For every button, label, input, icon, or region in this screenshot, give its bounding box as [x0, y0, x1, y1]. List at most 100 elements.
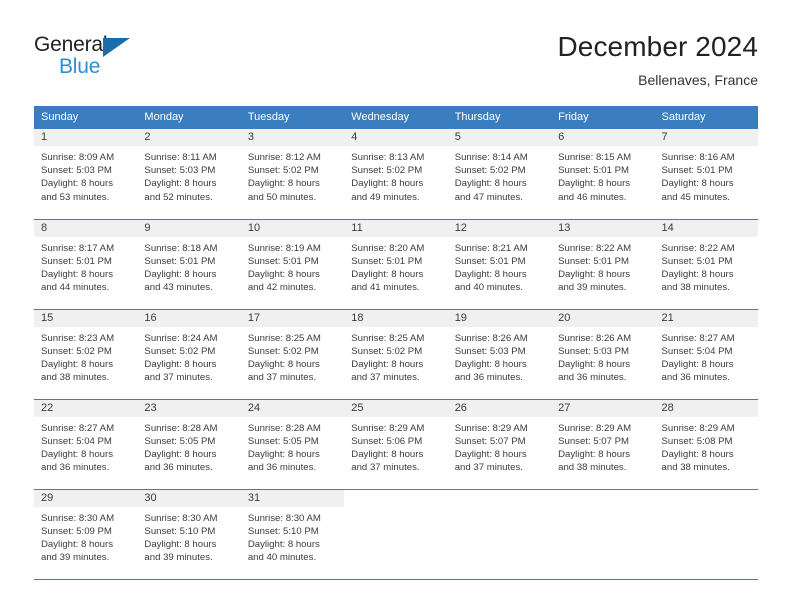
daylight-text-line1: Daylight: 8 hours: [144, 448, 217, 460]
day-cell[interactable]: 11 Sunrise: 8:20 AM Sunset: 5:01 PM Dayl…: [344, 219, 448, 310]
day-cell[interactable]: 9 Sunrise: 8:18 AM Sunset: 5:01 PM Dayli…: [137, 219, 241, 310]
day-cell[interactable]: 5 Sunrise: 8:14 AM Sunset: 5:02 PM Dayli…: [447, 129, 552, 220]
daylight-text-line2: and 38 minutes.: [41, 372, 110, 384]
sunrise-text: Sunrise: 8:21 AM: [454, 242, 528, 254]
calendar-week-row: 15 Sunrise: 8:23 AM Sunset: 5:02 PM Dayl…: [34, 309, 758, 400]
daylight-text-line2: and 42 minutes.: [247, 282, 317, 294]
day-details: Sunrise: 8:24 AM Sunset: 5:02 PM Dayligh…: [137, 327, 240, 385]
day-details: Sunrise: 8:12 AM Sunset: 5:02 PM Dayligh…: [241, 146, 344, 204]
day-cell[interactable]: 20 Sunrise: 8:26 AM Sunset: 5:03 PM Dayl…: [551, 309, 655, 400]
day-cell[interactable]: 19 Sunrise: 8:26 AM Sunset: 5:03 PM Dayl…: [447, 309, 552, 400]
daylight-text-line2: and 37 minutes.: [454, 462, 523, 474]
day-cell[interactable]: 13 Sunrise: 8:22 AM Sunset: 5:01 PM Dayl…: [551, 219, 655, 310]
daylight-text-line1: Daylight: 8 hours: [351, 178, 424, 190]
day-cell[interactable]: 3 Sunrise: 8:12 AM Sunset: 5:02 PM Dayli…: [240, 129, 345, 220]
sunset-text: Sunset: 5:04 PM: [41, 435, 112, 447]
day-cell[interactable]: 6 Sunrise: 8:15 AM Sunset: 5:01 PM Dayli…: [551, 129, 655, 220]
daylight-text-line1: Daylight: 8 hours: [558, 268, 631, 280]
day-details: Sunrise: 8:29 AM Sunset: 5:07 PM Dayligh…: [448, 417, 551, 475]
weekday-header-monday: Monday: [137, 106, 241, 129]
sunset-text: Sunset: 5:04 PM: [661, 345, 733, 357]
sunset-text: Sunset: 5:01 PM: [661, 255, 733, 267]
sunset-text: Sunset: 5:08 PM: [661, 435, 733, 447]
daylight-text-line2: and 38 minutes.: [558, 462, 627, 474]
sunrise-text: Sunrise: 8:13 AM: [351, 152, 425, 163]
daylight-text-line2: and 53 minutes.: [41, 191, 110, 203]
calendar-header-row-group: Sunday Monday Tuesday Wednesday Thursday…: [34, 106, 758, 129]
day-number: 11: [344, 219, 448, 237]
day-cell[interactable]: 29 Sunrise: 8:30 AM Sunset: 5:09 PM Dayl…: [34, 489, 138, 580]
day-cell[interactable]: 23 Sunrise: 8:28 AM Sunset: 5:05 PM Dayl…: [137, 399, 241, 490]
day-cell[interactable]: 26 Sunrise: 8:29 AM Sunset: 5:07 PM Dayl…: [447, 399, 552, 490]
day-number: 7: [654, 129, 758, 146]
calendar-week-row: 1 Sunrise: 8:09 AM Sunset: 5:03 PM Dayli…: [34, 129, 758, 220]
day-details: Sunrise: 8:11 AM Sunset: 5:03 PM Dayligh…: [137, 146, 240, 204]
sunset-text: Sunset: 5:06 PM: [351, 435, 423, 447]
day-details: Sunrise: 8:25 AM Sunset: 5:02 PM Dayligh…: [241, 327, 344, 385]
daylight-text-line1: Daylight: 8 hours: [454, 268, 527, 280]
day-cell[interactable]: 10 Sunrise: 8:19 AM Sunset: 5:01 PM Dayl…: [240, 219, 345, 310]
sunrise-text: Sunrise: 8:29 AM: [661, 422, 735, 434]
daylight-text-line2: and 39 minutes.: [41, 552, 110, 564]
day-cell[interactable]: 30 Sunrise: 8:30 AM Sunset: 5:10 PM Dayl…: [137, 489, 241, 580]
sunset-text: Sunset: 5:05 PM: [144, 435, 216, 447]
day-cell[interactable]: 14 Sunrise: 8:22 AM Sunset: 5:01 PM Dayl…: [654, 219, 758, 310]
day-cell[interactable]: 25 Sunrise: 8:29 AM Sunset: 5:06 PM Dayl…: [344, 399, 448, 490]
daylight-text-line2: and 40 minutes.: [247, 552, 317, 564]
day-details: Sunrise: 8:30 AM Sunset: 5:10 PM Dayligh…: [241, 507, 344, 565]
daylight-text-line1: Daylight: 8 hours: [661, 448, 734, 460]
day-cell[interactable]: 16 Sunrise: 8:24 AM Sunset: 5:02 PM Dayl…: [137, 309, 241, 400]
day-details: Sunrise: 8:29 AM Sunset: 5:07 PM Dayligh…: [551, 417, 654, 475]
day-details: Sunrise: 8:26 AM Sunset: 5:03 PM Dayligh…: [448, 327, 551, 385]
daylight-text-line1: Daylight: 8 hours: [661, 268, 734, 280]
day-cell[interactable]: 24 Sunrise: 8:28 AM Sunset: 5:05 PM Dayl…: [240, 399, 345, 490]
day-cell[interactable]: 27 Sunrise: 8:29 AM Sunset: 5:07 PM Dayl…: [551, 399, 655, 490]
sunset-text: Sunset: 5:01 PM: [558, 165, 630, 177]
day-cell[interactable]: 2 Sunrise: 8:11 AM Sunset: 5:03 PM Dayli…: [137, 129, 241, 220]
day-cell[interactable]: 18 Sunrise: 8:25 AM Sunset: 5:02 PM Dayl…: [344, 309, 448, 400]
day-cell[interactable]: 12 Sunrise: 8:21 AM Sunset: 5:01 PM Dayl…: [447, 219, 552, 310]
sunset-text: Sunset: 5:02 PM: [41, 345, 112, 357]
day-cell[interactable]: 17 Sunrise: 8:25 AM Sunset: 5:02 PM Dayl…: [240, 309, 345, 400]
day-number: 2: [137, 129, 241, 146]
day-cell[interactable]: 31 Sunrise: 8:30 AM Sunset: 5:10 PM Dayl…: [240, 489, 345, 580]
daylight-text-line1: Daylight: 8 hours: [247, 448, 320, 460]
daylight-text-line1: Daylight: 8 hours: [144, 538, 217, 550]
day-details: Sunrise: 8:27 AM Sunset: 5:04 PM Dayligh…: [34, 417, 137, 475]
daylight-text-line1: Daylight: 8 hours: [454, 178, 527, 190]
day-details: Sunrise: 8:14 AM Sunset: 5:02 PM Dayligh…: [448, 146, 551, 204]
day-cell[interactable]: 7 Sunrise: 8:16 AM Sunset: 5:01 PM Dayli…: [654, 129, 758, 220]
daylight-text-line2: and 39 minutes.: [558, 282, 627, 294]
day-number: 5: [447, 129, 552, 146]
day-number: 6: [551, 129, 655, 146]
sunset-text: Sunset: 5:01 PM: [454, 255, 526, 267]
day-number: 10: [240, 219, 345, 237]
day-number: 13: [551, 219, 655, 237]
daylight-text-line1: Daylight: 8 hours: [558, 358, 631, 370]
weekday-header-friday: Friday: [551, 106, 655, 129]
daylight-text-line2: and 37 minutes.: [247, 372, 317, 384]
day-cell[interactable]: 22 Sunrise: 8:27 AM Sunset: 5:04 PM Dayl…: [34, 399, 138, 490]
sunset-text: Sunset: 5:01 PM: [661, 165, 733, 177]
sunrise-text: Sunrise: 8:17 AM: [41, 242, 115, 254]
day-number: 8: [34, 219, 138, 237]
page-title: December 2024: [557, 31, 758, 62]
day-cell[interactable]: 4 Sunrise: 8:13 AM Sunset: 5:02 PM Dayli…: [344, 129, 448, 220]
day-cell-empty: [654, 489, 758, 580]
day-details: Sunrise: 8:15 AM Sunset: 5:01 PM Dayligh…: [551, 146, 654, 204]
day-cell[interactable]: 1 Sunrise: 8:09 AM Sunset: 5:03 PM Dayli…: [34, 129, 138, 220]
logo-text-general: General: [34, 33, 108, 56]
calendar-week-row: 8 Sunrise: 8:17 AM Sunset: 5:01 PM Dayli…: [34, 219, 758, 310]
day-cell[interactable]: 8 Sunrise: 8:17 AM Sunset: 5:01 PM Dayli…: [34, 219, 138, 310]
day-number: 9: [137, 219, 241, 237]
sunrise-text: Sunrise: 8:27 AM: [41, 422, 115, 434]
sunrise-text: Sunrise: 8:22 AM: [558, 242, 632, 254]
daylight-text-line1: Daylight: 8 hours: [41, 268, 113, 280]
daylight-text-line2: and 41 minutes.: [351, 282, 420, 294]
day-cell[interactable]: 15 Sunrise: 8:23 AM Sunset: 5:02 PM Dayl…: [34, 309, 138, 400]
day-cell[interactable]: 21 Sunrise: 8:27 AM Sunset: 5:04 PM Dayl…: [654, 309, 758, 400]
day-cell[interactable]: 28 Sunrise: 8:29 AM Sunset: 5:08 PM Dayl…: [654, 399, 758, 490]
daylight-text-line1: Daylight: 8 hours: [351, 448, 424, 460]
daylight-text-line1: Daylight: 8 hours: [247, 178, 320, 190]
day-number: 29: [34, 489, 138, 507]
